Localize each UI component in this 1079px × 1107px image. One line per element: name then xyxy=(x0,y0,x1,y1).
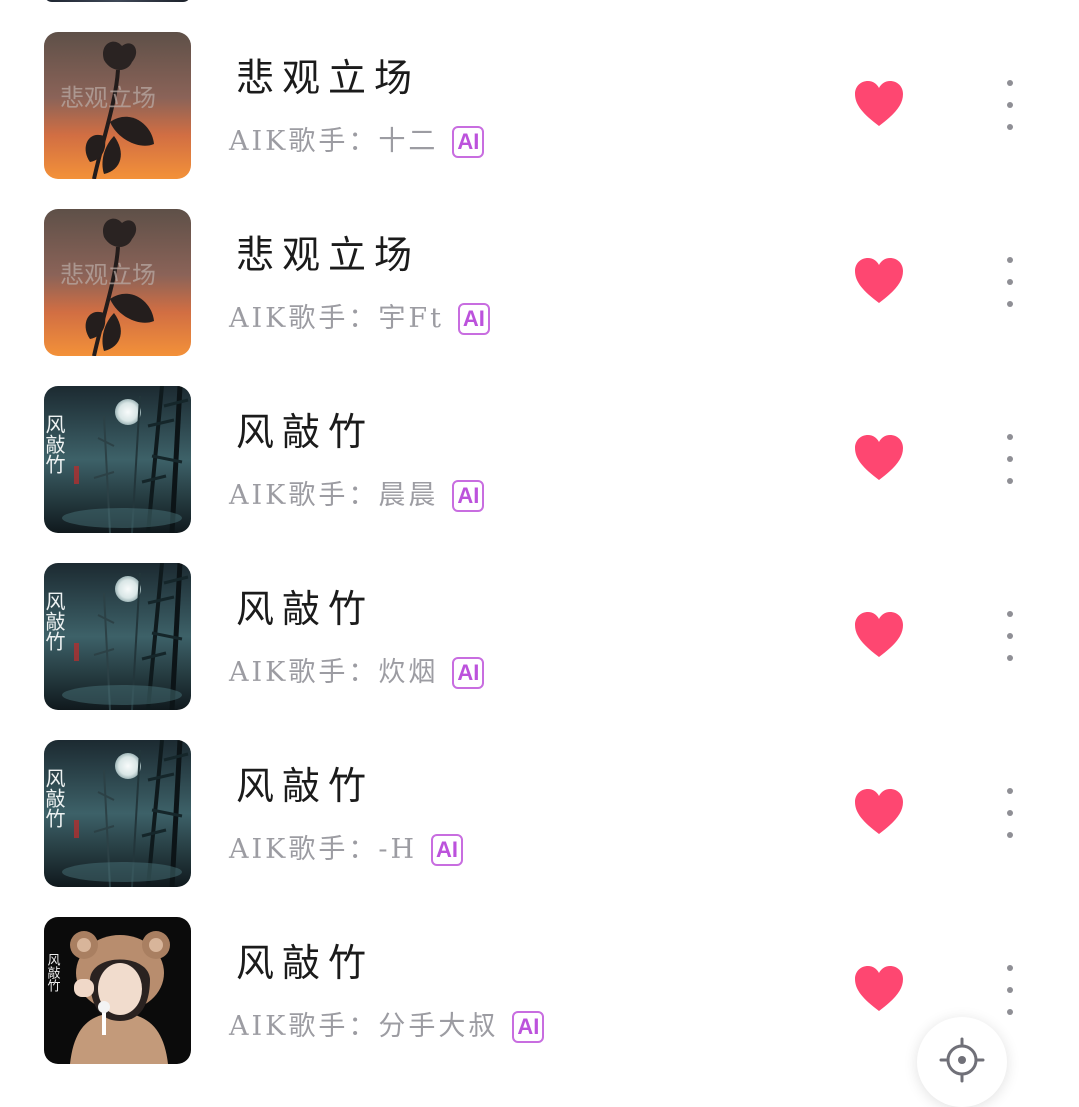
favorite-button[interactable] xyxy=(851,432,907,484)
album-cover-image[interactable]: 悲观立场 xyxy=(44,209,191,356)
artist-name: AIK歌手：宇Ft xyxy=(229,303,444,334)
song-title: 悲观立场 xyxy=(236,56,421,100)
cover-art-lettering: 悲观立场 xyxy=(60,261,156,289)
more-vertical-icon xyxy=(1007,788,1013,794)
ai-badge: AI xyxy=(452,126,485,158)
favorite-button[interactable] xyxy=(851,963,907,1015)
song-title: 风敲竹 xyxy=(236,410,375,454)
song-title: 风敲竹 xyxy=(236,764,375,808)
song-subtitle: AIK歌手：分手大叔 AI xyxy=(229,1005,545,1049)
album-cover-image[interactable]: 风敲竹 xyxy=(44,740,191,887)
album-cover-image[interactable]: 风敲竹 xyxy=(44,563,191,710)
more-vertical-icon xyxy=(1007,257,1013,263)
album-cover-image[interactable]: 风敲竹 xyxy=(44,386,191,533)
heart-icon xyxy=(855,258,903,303)
artist-name: AIK歌手：-H xyxy=(229,834,418,865)
more-vertical-icon xyxy=(1007,965,1013,971)
more-vertical-icon xyxy=(1007,80,1013,86)
song-title: 风敲竹 xyxy=(236,941,375,985)
song-row[interactable]: 风敲竹 风敲竹 AIK歌手：分手大叔 AI xyxy=(0,885,1079,1064)
rose-silhouette-sunset-art: 悲观立场 xyxy=(44,209,191,356)
favorite-button[interactable] xyxy=(851,786,907,838)
song-subtitle: AIK歌手：晨晨 AI xyxy=(229,474,485,518)
ai-badge: AI xyxy=(452,657,485,689)
song-subtitle: AIK歌手：炊烟 AI xyxy=(229,651,485,695)
more-vertical-icon xyxy=(1007,434,1013,440)
artist-name: AIK歌手：炊烟 xyxy=(229,657,439,688)
album-cover-image[interactable]: 风敲竹 xyxy=(44,917,191,1064)
more-options-button[interactable] xyxy=(994,788,1026,838)
song-subtitle: AIK歌手：-H AI xyxy=(229,828,464,872)
ai-badge: AI xyxy=(431,834,464,866)
cover-art-lettering: 悲观立场 xyxy=(60,84,156,112)
ai-badge: AI xyxy=(512,1011,545,1043)
song-row[interactable]: 风敲竹 风敲竹 AIK歌手：炊烟 AI xyxy=(0,531,1079,710)
heart-icon xyxy=(855,966,903,1011)
favorite-button[interactable] xyxy=(851,78,907,130)
more-options-button[interactable] xyxy=(994,80,1026,130)
bamboo-moonlight-art: 风敲竹 xyxy=(44,386,191,533)
artist-name: AIK歌手：分手大叔 xyxy=(229,1011,499,1042)
song-subtitle: AIK歌手：宇Ft AI xyxy=(229,297,490,341)
more-options-button[interactable] xyxy=(994,611,1026,661)
rose-silhouette-sunset-art: 悲观立场 xyxy=(44,32,191,179)
locate-icon xyxy=(939,1037,985,1083)
more-options-button[interactable] xyxy=(994,965,1026,1015)
ai-badge: AI xyxy=(452,480,485,512)
ai-badge: AI xyxy=(457,303,490,335)
more-options-button[interactable] xyxy=(994,257,1026,307)
girl-bear-hood-photo: 风敲竹 xyxy=(44,917,191,1064)
cover-art-lettering: 风敲竹 xyxy=(44,591,66,651)
song-row[interactable]: 悲观立场 悲观立场 AIK歌手：十二 AI xyxy=(0,0,1079,179)
more-vertical-icon xyxy=(1007,611,1013,617)
heart-icon xyxy=(855,612,903,657)
song-row[interactable]: 悲观立场 悲观立场 AIK歌手：宇Ft AI xyxy=(0,177,1079,356)
bamboo-moonlight-art: 风敲竹 xyxy=(44,563,191,710)
cover-art-lettering: 风敲竹 xyxy=(44,414,66,474)
song-title: 风敲竹 xyxy=(236,587,375,631)
more-options-button[interactable] xyxy=(994,434,1026,484)
cover-art-lettering: 风敲竹 xyxy=(44,768,66,828)
song-subtitle: AIK歌手：十二 AI xyxy=(229,120,485,164)
artist-name: AIK歌手：十二 xyxy=(229,126,439,157)
song-row[interactable]: 风敲竹 风敲竹 AIK歌手：-H AI xyxy=(0,708,1079,887)
favorite-button[interactable] xyxy=(851,255,907,307)
locate-current-song-button[interactable] xyxy=(917,1017,1007,1107)
heart-icon xyxy=(855,435,903,480)
heart-icon xyxy=(855,81,903,126)
bamboo-moonlight-art: 风敲竹 xyxy=(44,740,191,887)
album-cover-image[interactable]: 悲观立场 xyxy=(44,32,191,179)
song-row[interactable]: 风敲竹 风敲竹 AIK歌手：晨晨 AI xyxy=(0,354,1079,533)
cover-art-lettering: 风敲竹 xyxy=(45,953,61,993)
favorite-button[interactable] xyxy=(851,609,907,661)
artist-name: AIK歌手：晨晨 xyxy=(229,480,439,511)
song-title: 悲观立场 xyxy=(236,233,421,277)
song-list: 悲观立场 悲观立场 AIK歌手：十二 AI 悲观立场 悲观立场 AIK歌手：宇F… xyxy=(0,0,1079,1077)
heart-icon xyxy=(855,789,903,834)
